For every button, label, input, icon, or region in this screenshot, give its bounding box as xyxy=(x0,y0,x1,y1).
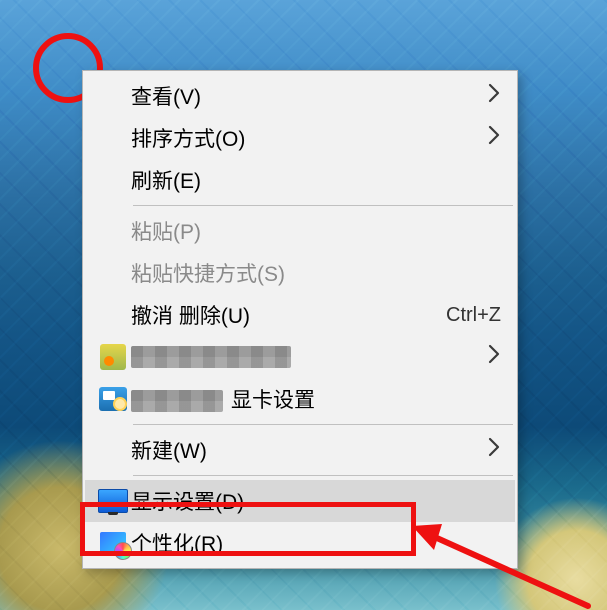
blank-icon xyxy=(95,217,131,245)
menu-item-undo[interactable]: 撤消 删除(U) Ctrl+Z xyxy=(85,294,515,336)
menu-label: 显示设置(D) xyxy=(131,486,501,516)
menu-label: 粘贴(P) xyxy=(131,216,501,246)
redacted-text xyxy=(131,346,291,368)
menu-item-paste: 粘贴(P) xyxy=(85,210,515,252)
app-icon xyxy=(95,343,131,371)
menu-label-suffix: 显卡设置 xyxy=(231,389,315,412)
menu-label: 查看(V) xyxy=(131,81,487,111)
desktop-background: 查看(V) 排序方式(O) 刷新(E) 粘贴(P) 粘贴快捷方式(S) xyxy=(0,0,607,610)
menu-item-refresh[interactable]: 刷新(E) xyxy=(85,159,515,201)
menu-item-vendor-1[interactable] xyxy=(85,336,515,378)
menu-divider xyxy=(133,475,513,476)
menu-item-display-settings[interactable]: 显示设置(D) xyxy=(85,480,515,522)
chevron-right-icon xyxy=(487,82,501,110)
desktop-context-menu: 查看(V) 排序方式(O) 刷新(E) 粘贴(P) 粘贴快捷方式(S) xyxy=(82,70,518,569)
menu-label: 撤消 删除(U) xyxy=(131,300,426,330)
menu-label: 新建(W) xyxy=(131,435,487,465)
personalize-icon xyxy=(95,529,131,557)
blank-icon xyxy=(95,124,131,152)
menu-divider xyxy=(133,424,513,425)
menu-item-vendor-2[interactable]: 显卡设置 xyxy=(85,378,515,420)
menu-label: 刷新(E) xyxy=(131,165,501,195)
menu-item-new[interactable]: 新建(W) xyxy=(85,429,515,471)
menu-label: 粘贴快捷方式(S) xyxy=(131,258,501,288)
menu-item-sort[interactable]: 排序方式(O) xyxy=(85,117,515,159)
app-icon xyxy=(95,385,131,413)
menu-divider xyxy=(133,205,513,206)
chevron-right-icon xyxy=(487,124,501,152)
menu-item-paste-shortcut: 粘贴快捷方式(S) xyxy=(85,252,515,294)
redacted-text xyxy=(131,390,223,412)
blank-icon xyxy=(95,166,131,194)
menu-label-redacted xyxy=(131,345,487,369)
menu-item-personalize[interactable]: 个性化(R) xyxy=(85,522,515,564)
blank-icon xyxy=(95,301,131,329)
blank-icon xyxy=(95,82,131,110)
menu-label: 排序方式(O) xyxy=(131,123,487,153)
chevron-right-icon xyxy=(487,436,501,464)
display-icon xyxy=(95,487,131,515)
menu-item-view[interactable]: 查看(V) xyxy=(85,75,515,117)
menu-label-partial-redacted: 显卡设置 xyxy=(131,384,501,414)
menu-shortcut: Ctrl+Z xyxy=(426,304,501,327)
blank-icon xyxy=(95,436,131,464)
menu-label: 个性化(R) xyxy=(131,528,501,558)
chevron-right-icon xyxy=(487,343,501,371)
blank-icon xyxy=(95,259,131,287)
